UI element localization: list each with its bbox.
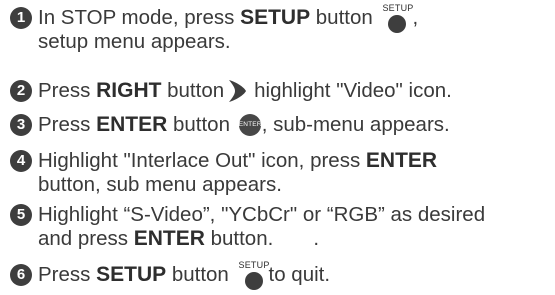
setup-button-icon: SETUP (382, 3, 414, 33)
step-text: Highlight “S-Video”, "YCbCr" or “RGB” as… (38, 203, 551, 251)
step-text-part: Highlight "Interlace Out" icon, press (38, 149, 366, 172)
step-text-part: button (161, 79, 225, 102)
step-text-part: to quit. (268, 263, 331, 286)
step-text-part: button (167, 113, 236, 136)
step-6: 6 Press SETUP button SETUP to quit. (10, 260, 551, 291)
step-text: In STOP mode, press SETUP button SETUP, … (38, 3, 551, 54)
step-text-part: and press (38, 227, 134, 250)
step-text-part: Press (38, 79, 97, 102)
step-text-part: highlight "Video" icon. (254, 79, 452, 102)
step-text-part: , (412, 6, 419, 29)
step-text: Press ENTER button ENTER, sub-menu appea… (38, 113, 551, 137)
step-text-line2: and press ENTER button.. (38, 227, 551, 251)
button-caption: SETUP (238, 260, 270, 270)
trailing-dot: . (313, 227, 320, 250)
step-2: 2 Press RIGHT button highlight "Video" ic… (10, 79, 551, 107)
key-label: ENTER (133, 227, 205, 250)
step-4: 4 Highlight "Interlace Out" icon, press … (10, 149, 551, 199)
step-text-part: button (166, 263, 235, 286)
step-text-part: button. (204, 227, 274, 250)
step-3: 3 Press ENTER button ENTER, sub-menu app… (10, 113, 551, 141)
step-5: 5 Highlight “S-Video”, "YCbCr" or “RGB” … (10, 203, 551, 253)
step-1: 1 In STOP mode, press SETUP button SETUP… (10, 3, 551, 56)
step-text: Press RIGHT button highlight "Video" icon… (38, 79, 551, 105)
step-text-part: , sub-menu appears. (261, 113, 450, 136)
step-number: 6 (10, 264, 32, 286)
step-text-line2: setup menu appears. (38, 30, 231, 53)
step-number: 2 (10, 80, 32, 102)
step-text-line2: button, sub menu appears. (38, 173, 282, 196)
key-label: SETUP (240, 6, 311, 29)
step-text: Press SETUP button SETUP to quit. (38, 260, 551, 290)
step-number: 5 (10, 204, 32, 226)
step-text-part: Press (38, 263, 97, 286)
step-text-part: button (310, 6, 379, 29)
setup-button-icon: SETUP (238, 260, 270, 290)
key-label: RIGHT (96, 79, 162, 102)
enter-button-icon: ENTER (238, 114, 262, 136)
step-number: 1 (10, 7, 32, 29)
step-number: 3 (10, 114, 32, 136)
step-text-part: Highlight “S-Video”, "YCbCr" or “RGB” as… (38, 203, 486, 226)
button-caption: SETUP (382, 3, 414, 13)
step-text-part: In STOP mode, press (38, 6, 241, 29)
step-number: 4 (10, 150, 32, 172)
right-arrow-button-icon (226, 78, 248, 104)
step-text: Highlight "Interlace Out" icon, press EN… (38, 149, 551, 197)
key-label: SETUP (96, 263, 167, 286)
step-text-part: Press (38, 113, 97, 136)
key-label: ENTER (365, 149, 438, 172)
key-label: ENTER (96, 113, 168, 136)
